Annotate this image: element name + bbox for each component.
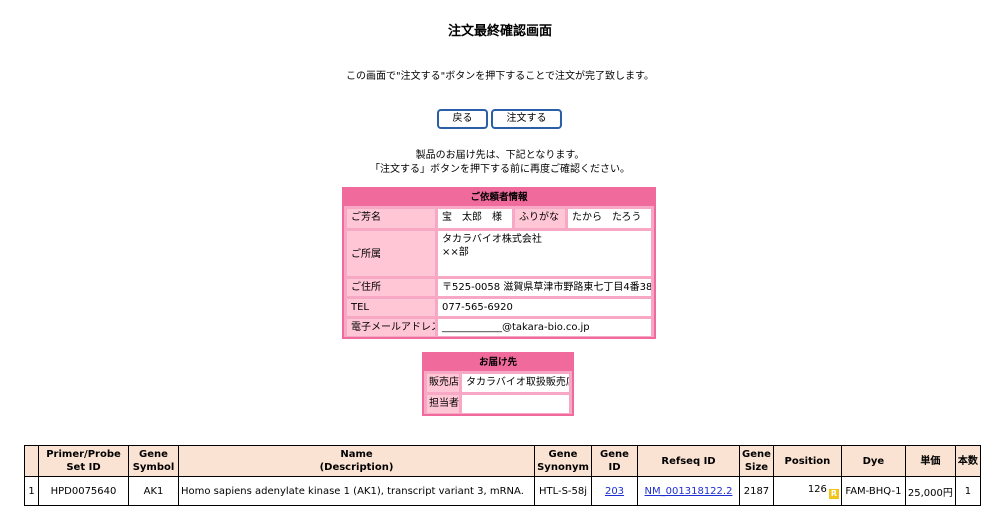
affiliation-value: タカラバイオ株式会社 ××部	[437, 230, 652, 277]
dye: FAM-BHQ-1	[840, 476, 906, 506]
table-row: 1 HPD0075640 AK1 Homo sapiens adenylate …	[24, 476, 981, 506]
page-title: 注文最終確認画面	[447, 24, 552, 39]
affiliation-company: タカラバイオ株式会社	[442, 234, 542, 245]
dealer-label: 販売店	[426, 373, 460, 393]
header-gene-id: Gene ID	[591, 445, 638, 477]
contact-label: 担当者	[426, 394, 460, 414]
gene-synonym: HTL-S-58j	[534, 476, 592, 506]
gene-id-link[interactable]: 203	[605, 486, 624, 497]
name-value: 宝 太郎 様	[437, 208, 513, 229]
gene-name: Homo sapiens adenylate kinase 1 (AK1), t…	[178, 476, 535, 506]
header-name: Name (Description)	[178, 445, 535, 477]
gene-id-cell: 203	[591, 476, 638, 506]
table-header-row: Primer/Probe Set ID Gene Symbol Name (Descr…	[24, 445, 981, 477]
orderer-info-heading: ご依頼者情報	[344, 189, 654, 206]
contact-value	[461, 394, 570, 414]
header-dye: Dye	[840, 445, 906, 477]
affiliation-label: ご所属	[346, 230, 436, 277]
header-price: 単価	[904, 445, 956, 477]
position-value: 126	[807, 483, 827, 495]
row-index: 1	[24, 476, 39, 506]
quantity: 1	[954, 476, 981, 506]
gene-size: 2187	[739, 476, 774, 506]
delivery-table: お届け先 販売店 タカラバイオ取扱販売店 担当者	[422, 352, 574, 416]
address-value: 〒525-0058 滋賀県草津市野路東七丁目4番38号	[437, 278, 652, 297]
email-label: 電子メールアドレス	[346, 318, 436, 337]
address-label: ご住所	[346, 278, 436, 297]
product-table: Primer/Probe Set ID Gene Symbol Name (Descr…	[24, 445, 981, 506]
delivery-heading: お届け先	[424, 354, 572, 371]
furigana-value: たから たろう	[567, 208, 652, 229]
position-r-icon: R	[828, 488, 839, 499]
header-refseq-id: Refseq ID	[637, 445, 740, 477]
header-quantity: 本数	[954, 445, 981, 477]
name-label: ご芳名	[346, 208, 436, 229]
header-gene-symbol: Gene Symbol	[128, 445, 179, 477]
delivery-note: 製品のお届け先は、下記となります。	[415, 150, 585, 161]
order-button[interactable]: 注文する	[491, 109, 562, 129]
position-cell: 126 R	[772, 476, 842, 506]
back-button[interactable]: 戻る	[437, 109, 488, 129]
primer-set-id: HPD0075640	[38, 476, 129, 506]
intro-text: この画面で"注文する"ボタンを押下することで注文が完了致します。	[346, 71, 654, 82]
refseq-id-cell: NM_001318122.2	[637, 476, 740, 506]
tel-value: 077-565-6920	[437, 298, 652, 317]
confirm-note: 「注文する」ボタンを押下する前に再度ご確認ください。	[370, 164, 630, 175]
gene-symbol: AK1	[128, 476, 179, 506]
header-gene-synonym: Gene Synonym	[534, 445, 592, 477]
affiliation-department: ××部	[442, 247, 469, 258]
header-gene-size: Gene Size	[739, 445, 774, 477]
header-primer-set-id: Primer/Probe Set ID	[38, 445, 129, 477]
furigana-label: ふりがな	[514, 208, 566, 229]
email-value: ____________@takara-bio.co.jp	[437, 318, 652, 337]
price: 25,000円	[904, 476, 956, 506]
orderer-info-table: ご依頼者情報 ご芳名 宝 太郎 様 ふりがな たから たろう ご所属 タカラバイ…	[342, 187, 656, 339]
header-index	[24, 445, 39, 477]
header-position: Position	[772, 445, 842, 477]
refseq-id-link[interactable]: NM_001318122.2	[645, 486, 733, 497]
tel-label: TEL	[346, 298, 436, 317]
dealer-value: タカラバイオ取扱販売店	[461, 373, 570, 393]
